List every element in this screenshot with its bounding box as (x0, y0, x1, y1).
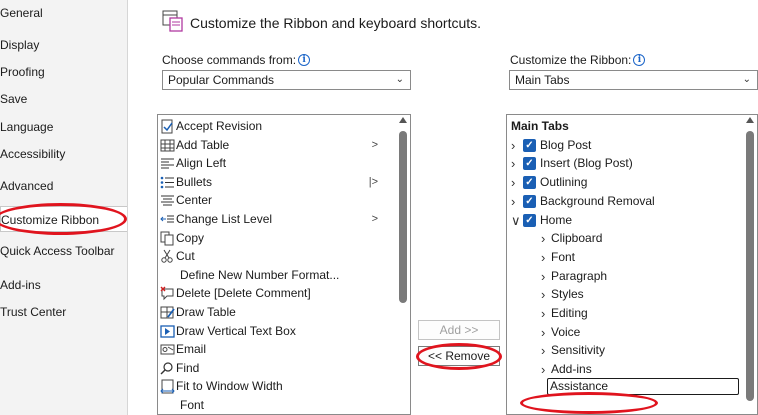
command-label: Find (176, 360, 200, 375)
checkbox-checked-icon[interactable]: ✓ (523, 213, 536, 227)
command-label: Change List Level (176, 212, 273, 226)
checkbox-checked-icon[interactable]: ✓ (523, 138, 536, 152)
scroll-thumb[interactable] (746, 131, 754, 401)
nav-item-add-ins[interactable]: Add-ins (0, 272, 127, 298)
command-label: Add Table (176, 137, 230, 152)
customize-ribbon-label-text: Customize the Ribbon: (510, 53, 632, 67)
accept-revision-icon (160, 119, 175, 134)
align-center-icon (160, 193, 175, 208)
draw-table-icon (160, 305, 175, 320)
command-item[interactable]: Accept Revision (158, 117, 396, 136)
table-icon (160, 138, 175, 153)
command-item[interactable]: Delete [Delete Comment] (158, 284, 396, 303)
nav-item-proofing[interactable]: Proofing (0, 59, 127, 85)
command-item[interactable]: Copy (158, 229, 396, 248)
info-icon[interactable]: i (298, 54, 311, 66)
command-label: Fit to Window Width (176, 379, 283, 394)
ribbon-group-label: Add-ins (551, 362, 592, 377)
command-item[interactable]: Add Table > (158, 136, 396, 155)
ribbon-group-item[interactable]: › Add-ins (507, 359, 739, 380)
nav-item-save[interactable]: Save (0, 86, 127, 112)
command-label: Cut (176, 249, 195, 264)
email-icon (160, 342, 175, 357)
command-label: Delete [Delete Comment] (176, 286, 311, 301)
list-level-icon (160, 212, 175, 227)
command-item[interactable]: Font (158, 396, 396, 414)
nav-item-language[interactable]: Language (0, 114, 127, 140)
submenu-arrow-icon: > (371, 213, 378, 225)
submenu-arrow-icon: |> (368, 175, 378, 188)
command-label: Email (176, 342, 207, 357)
command-item[interactable]: Define New Number Format... (158, 266, 396, 285)
nav-item-trust-center[interactable]: Trust Center (0, 299, 127, 325)
command-item[interactable]: Change List Level > (158, 210, 396, 229)
nav-item-customize-ribbon[interactable]: Customize Ribbon (0, 206, 127, 232)
tree-header-label: Main Tabs (511, 119, 569, 133)
choose-commands-label: Choose commands from: i (162, 53, 311, 67)
ribbon-group-item[interactable]: Assistance (547, 377, 739, 395)
scroll-up-icon[interactable] (399, 117, 407, 123)
command-label: Bullets (176, 174, 213, 189)
customize-ribbon-icon (162, 10, 183, 32)
command-label: Accept Revision (176, 119, 263, 133)
command-label: Font (180, 398, 205, 412)
ribbon-tree-scrollbar[interactable] (745, 117, 755, 412)
command-label: Define New Number Format... (180, 267, 340, 282)
command-item[interactable]: Align Left (158, 154, 396, 173)
checkbox-checked-icon[interactable]: ✓ (523, 176, 536, 190)
find-icon (160, 361, 175, 376)
command-item[interactable]: Cut (158, 247, 396, 266)
command-item[interactable]: Draw Table (158, 303, 396, 322)
submenu-arrow-icon: > (371, 138, 378, 151)
nav-item-advanced[interactable]: Advanced (0, 173, 127, 199)
customize-ribbon-value: Main Tabs (515, 73, 570, 87)
delete-comment-icon (160, 286, 175, 301)
command-item[interactable]: Bullets |> (158, 173, 396, 192)
command-label: Draw Table (176, 305, 236, 319)
options-nav: General Display Proofing Save Language A… (0, 0, 128, 415)
nav-item-quick-access-toolbar[interactable]: Quick Access Toolbar (0, 238, 127, 264)
ribbon-tree[interactable]: Main Tabs › ✓ Blog Post › ✓ Insert (Blog Post)… (506, 114, 758, 415)
info-icon[interactable]: i (633, 54, 646, 66)
fit-width-icon (160, 379, 175, 394)
remove-button[interactable]: << Remove (418, 346, 500, 366)
text-box-icon (160, 324, 175, 339)
commands-listbox[interactable]: Accept Revision Add Table > Align Left Bulle… (157, 114, 411, 415)
commands-scrollbar[interactable] (398, 117, 408, 412)
page-title: Customize the Ribbon and keyboard shortc… (190, 15, 482, 31)
chevron-right-icon[interactable]: › (541, 359, 551, 380)
align-left-icon (160, 156, 175, 171)
nav-item-general[interactable]: General (0, 0, 127, 26)
bullets-icon (160, 175, 175, 190)
choose-commands-label-text: Choose commands from: (162, 53, 297, 67)
command-item[interactable]: Email (158, 340, 396, 359)
scroll-up-icon[interactable] (746, 117, 754, 123)
command-label: Center (176, 193, 213, 208)
add-button[interactable]: Add >> (418, 320, 500, 340)
ribbon-group-label: Assistance (550, 378, 609, 393)
command-item[interactable]: Find (158, 359, 396, 378)
chevron-down-icon: ⌄ (395, 74, 404, 85)
copy-icon (160, 231, 175, 246)
nav-item-accessibility[interactable]: Accessibility (0, 141, 127, 167)
scroll-thumb[interactable] (399, 131, 407, 303)
customize-ribbon-dropdown[interactable]: Main Tabs ⌄ (509, 70, 758, 90)
command-label: Draw Vertical Text Box (176, 323, 296, 338)
checkbox-checked-icon[interactable]: ✓ (523, 157, 536, 171)
choose-commands-dropdown[interactable]: Popular Commands ⌄ (162, 70, 411, 90)
customize-ribbon-label: Customize the Ribbon: i (510, 53, 646, 67)
scissors-icon (160, 249, 175, 264)
checkbox-checked-icon[interactable]: ✓ (523, 194, 536, 208)
nav-item-display[interactable]: Display (0, 32, 127, 58)
choose-commands-value: Popular Commands (168, 73, 275, 87)
command-item[interactable]: Draw Vertical Text Box (158, 322, 396, 341)
command-item[interactable]: Center (158, 191, 396, 210)
command-item[interactable]: Fit to Window Width (158, 377, 396, 396)
chevron-down-icon: ⌄ (742, 74, 751, 85)
command-label: Align Left (176, 156, 227, 171)
command-label: Copy (176, 230, 205, 245)
